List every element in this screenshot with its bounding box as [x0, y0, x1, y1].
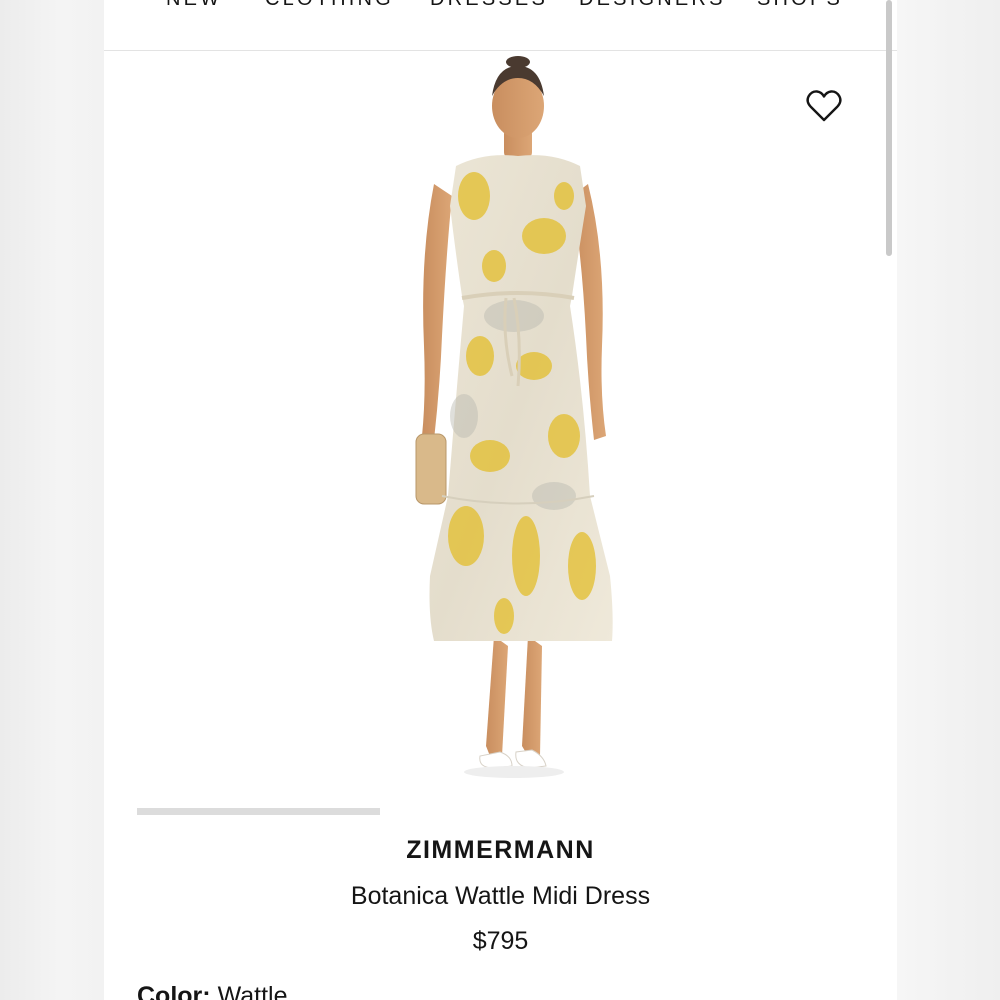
product-brand[interactable]: ZIMMERMANN — [104, 836, 897, 865]
nav-item-dresses[interactable]: DRESSES — [430, 0, 548, 11]
color-label: Color: — [137, 982, 211, 1000]
heart-outline-icon[interactable] — [804, 86, 844, 126]
color-selector: Color: Wattle — [137, 982, 287, 1000]
product-price: $795 — [472, 927, 529, 955]
top-nav: NEW CLOTHING DRESSES DESIGNERS SHOPS — [104, 0, 897, 51]
scrollbar[interactable] — [886, 0, 892, 256]
color-value: Wattle — [217, 982, 288, 1000]
nav-item-new[interactable]: NEW — [166, 0, 222, 11]
product-page: NEW CLOTHING DRESSES DESIGNERS SHOPS — [104, 0, 897, 1000]
nav-item-designers[interactable]: DESIGNERS — [579, 0, 726, 11]
nav-item-clothing[interactable]: CLOTHING — [265, 0, 394, 11]
product-name: Botanica Wattle Midi Dress — [350, 882, 651, 910]
image-gallery-indicator[interactable] — [137, 808, 380, 815]
product-image[interactable] — [394, 56, 644, 786]
nav-item-shops[interactable]: SHOPS — [757, 0, 843, 11]
